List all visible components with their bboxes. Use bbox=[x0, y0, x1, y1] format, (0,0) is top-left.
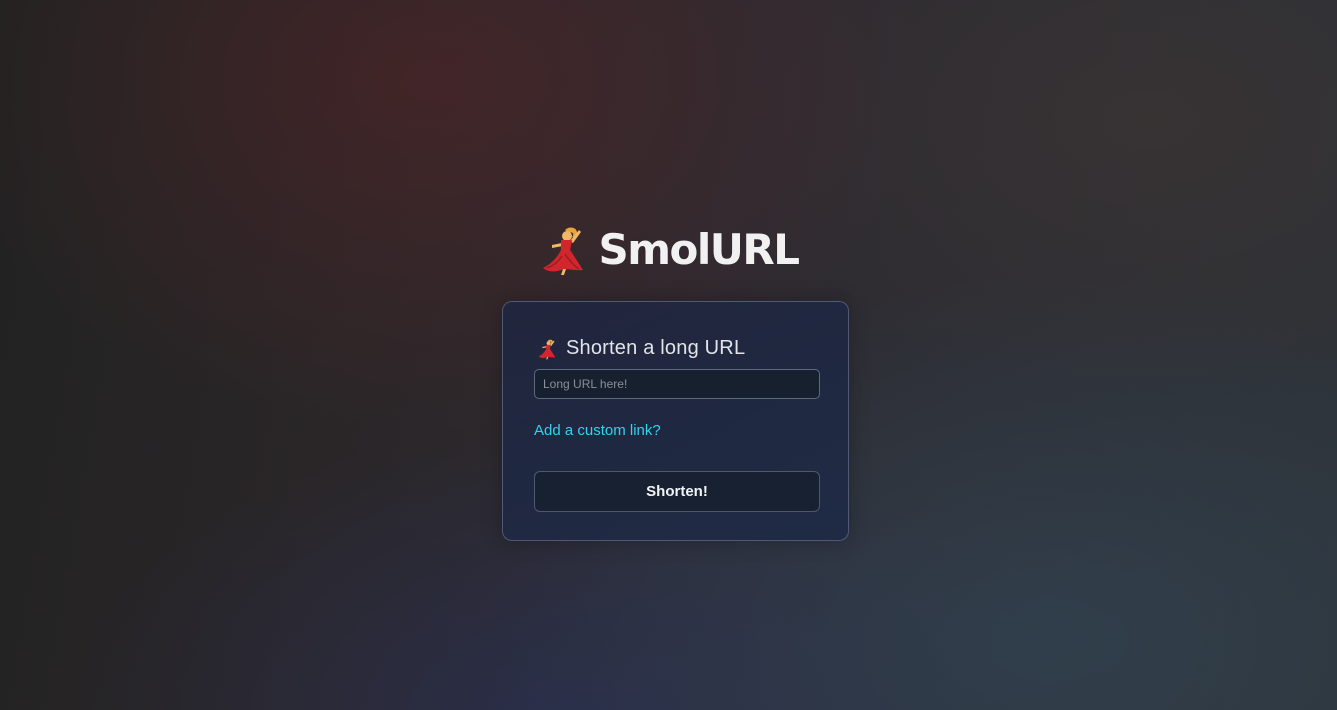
add-custom-link[interactable]: Add a custom link? bbox=[534, 422, 661, 439]
dancer-emoji-icon bbox=[539, 224, 587, 276]
long-url-input[interactable] bbox=[534, 369, 820, 399]
dancer-emoji-icon bbox=[537, 338, 557, 360]
card-heading: Shorten a long URL bbox=[537, 337, 745, 360]
card-title: Shorten a long URL bbox=[566, 337, 746, 359]
shorten-card: Shorten a long URL Add a custom link? Sh… bbox=[502, 301, 849, 541]
brand-title: SmolURL bbox=[598, 225, 800, 274]
shorten-button[interactable]: Shorten! bbox=[534, 471, 820, 512]
app-header: SmolURL bbox=[0, 224, 1337, 276]
